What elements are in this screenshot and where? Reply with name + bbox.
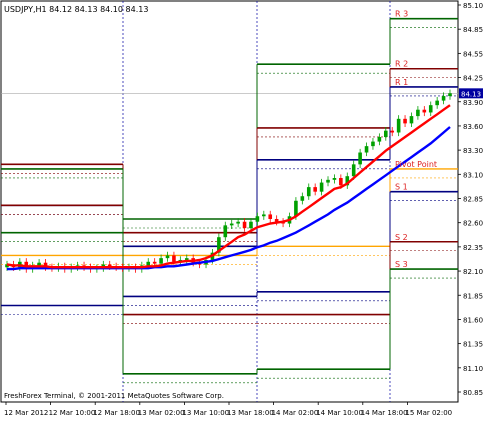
price-tick-label: 83.10 xyxy=(463,171,483,179)
time-tick-label: 12 Mar 18:00 xyxy=(93,409,140,417)
candle-body xyxy=(255,216,260,222)
candle-body xyxy=(37,262,41,266)
price-tick-label: 84.25 xyxy=(463,75,483,83)
candle-body xyxy=(377,137,382,142)
candle-body xyxy=(416,109,420,117)
candle-body xyxy=(300,196,305,201)
pivot-label-s2: S 2 xyxy=(395,233,408,242)
candle-body xyxy=(313,187,317,192)
time-tick-label: 13 Mar 10:00 xyxy=(182,409,229,417)
pivot-label-s3: S 3 xyxy=(395,260,408,269)
price-tick-label: 84.85 xyxy=(463,26,483,34)
candle-body xyxy=(249,221,253,229)
candle-body xyxy=(236,221,240,224)
time-tick-label: 14 Mar 10:00 xyxy=(316,409,363,417)
candle-body xyxy=(184,258,189,260)
chart-background xyxy=(0,0,490,420)
pivot-label-r2: R 2 xyxy=(395,60,408,69)
candle-body xyxy=(326,179,330,183)
price-tick-label: 83.90 xyxy=(463,99,483,107)
candle-body xyxy=(390,130,395,133)
price-tick-label: 81.35 xyxy=(463,341,483,349)
candle-body xyxy=(396,118,401,133)
price-chart[interactable]: R 3 R 2 R 1 Pivot Point S 1 S 2 S 3 85.10 84.85… xyxy=(0,0,490,420)
candle-body xyxy=(152,261,157,264)
candle-body xyxy=(409,116,414,124)
price-tick-label: 81.10 xyxy=(463,365,483,373)
time-tick-label: 12 Mar 10:00 xyxy=(49,409,96,417)
time-tick-label: 12 Mar 2012 xyxy=(4,409,48,417)
pivot-label-s1: S 1 xyxy=(395,183,408,192)
price-tick-label: 82.35 xyxy=(463,244,483,252)
symbol-header: USDJPY,H1 84.12 84.13 84.10 84.13 xyxy=(4,5,148,14)
candle-body xyxy=(403,118,407,124)
candle-body xyxy=(172,255,176,262)
candle-body xyxy=(383,130,388,138)
candle-body xyxy=(448,93,452,97)
time-tick-label: 13 Mar 02:00 xyxy=(138,409,185,417)
current-price-label: 84.13 xyxy=(461,90,481,98)
copyright-text: FreshForex Terminal, © 2001-2011 MetaQuo… xyxy=(4,392,224,400)
pivot-label-r3: R 3 xyxy=(395,10,408,19)
price-tick-label: 84.55 xyxy=(463,50,483,58)
price-tick-label: 81.85 xyxy=(463,292,483,300)
candle-body xyxy=(428,105,433,113)
candle-body xyxy=(339,178,343,186)
candle-body xyxy=(422,109,427,113)
price-tick-label: 82.85 xyxy=(463,196,483,204)
time-tick-label: 13 Mar 18:00 xyxy=(227,409,274,417)
time-tick-label: 14 Mar 02:00 xyxy=(272,409,319,417)
candle-body xyxy=(358,152,362,165)
chart-window[interactable]: R 3 R 2 R 1 Pivot Point S 1 S 2 S 3 85.10 84.85… xyxy=(0,0,490,420)
candle-body xyxy=(364,146,369,153)
pivot-label-pp: Pivot Point xyxy=(395,160,437,169)
candle-body xyxy=(435,100,439,106)
candle-body xyxy=(262,214,266,217)
candle-body xyxy=(306,187,311,197)
price-tick-label: 83.60 xyxy=(463,123,483,131)
candle-body xyxy=(242,221,247,229)
price-tick-label: 83.30 xyxy=(463,147,483,155)
candle-body xyxy=(159,258,163,264)
time-tick-label: 14 Mar 18:00 xyxy=(361,409,408,417)
candle-body xyxy=(332,178,337,180)
candle-body xyxy=(229,223,234,226)
pivot-label-r1: R 1 xyxy=(395,78,408,87)
price-tick-label: 85.10 xyxy=(463,2,483,10)
candle-body xyxy=(319,182,324,192)
price-tick-label: 82.60 xyxy=(463,220,483,228)
candle-body xyxy=(223,225,228,238)
price-tick-label: 81.60 xyxy=(463,316,483,324)
candle-body xyxy=(165,255,170,259)
price-tick-label: 80.85 xyxy=(463,389,483,397)
time-tick-label: 15 Mar 02:00 xyxy=(405,409,452,417)
candle-body xyxy=(351,164,356,177)
candle-body xyxy=(441,96,446,101)
candle-body xyxy=(268,214,273,219)
candle-body xyxy=(371,141,375,147)
candle-body xyxy=(146,261,151,266)
price-tick-label: 82.10 xyxy=(463,268,483,276)
